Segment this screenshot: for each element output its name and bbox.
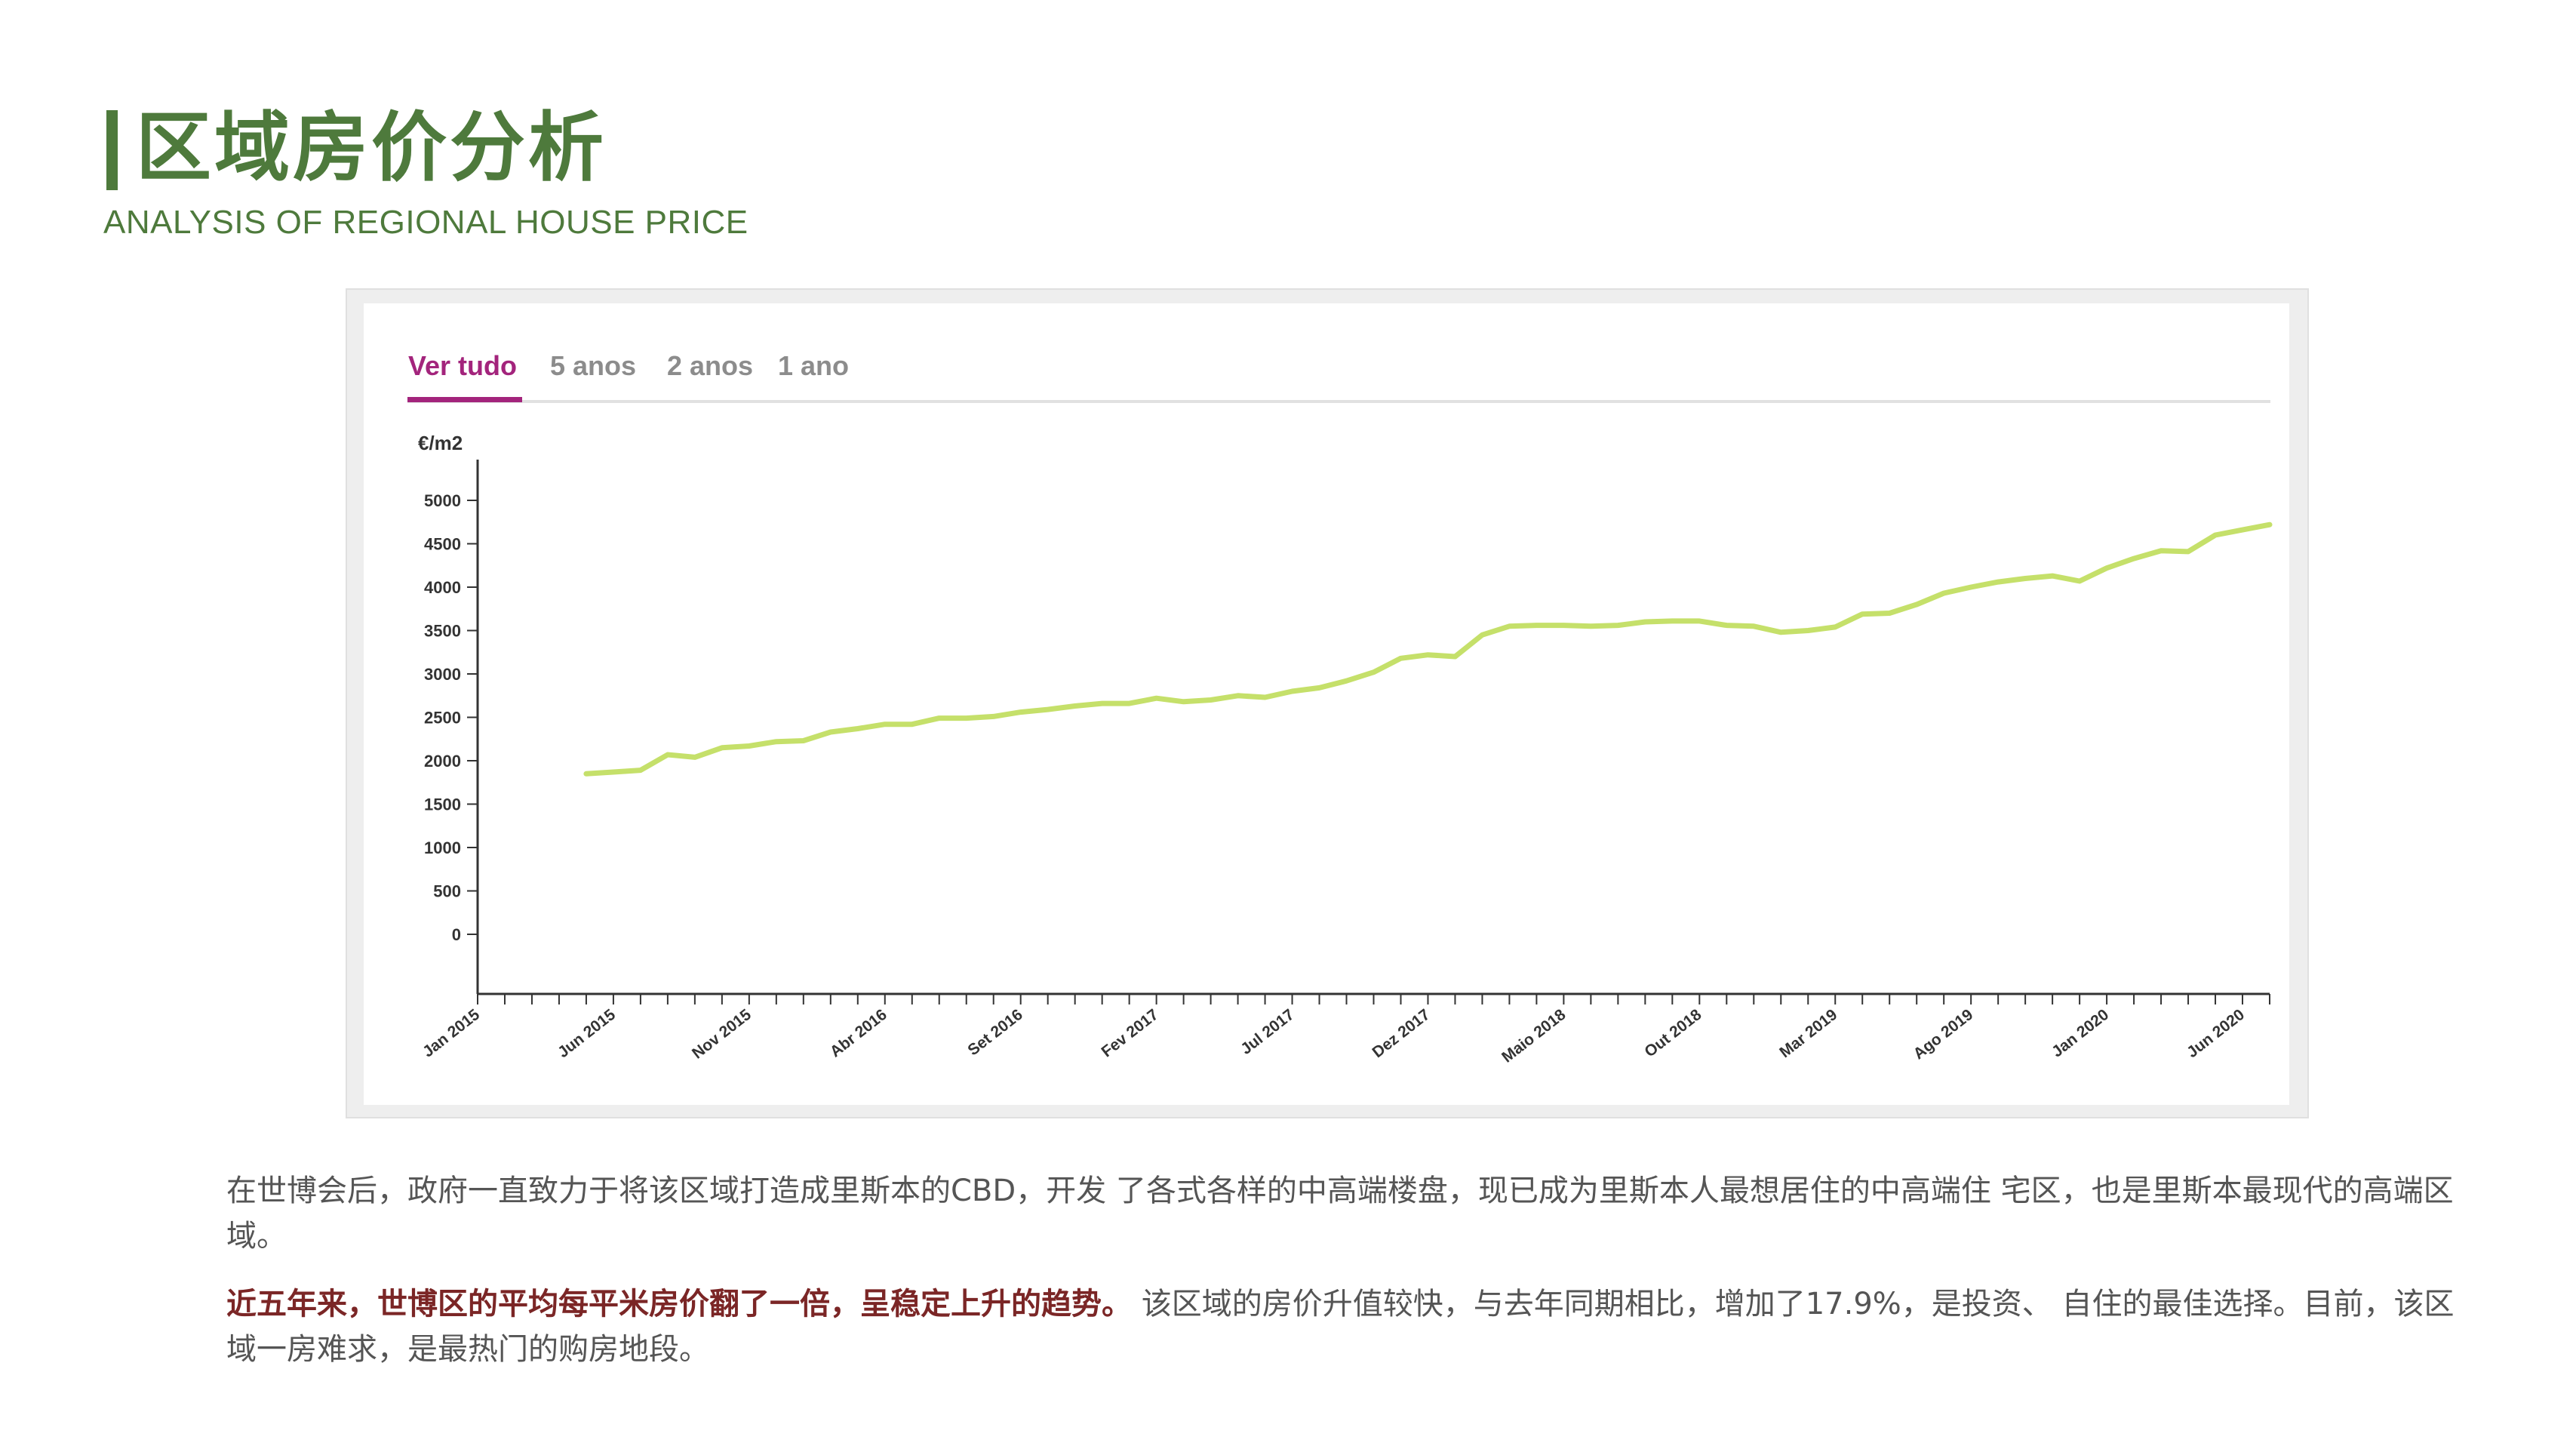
y-tick-label: 1500: [424, 795, 461, 814]
x-tick-label: Out 2018: [1641, 1006, 1705, 1061]
price-series-line: [583, 521, 2273, 777]
y-axis-ticks: 0 500 1000 1500 2000 2500 3000 3500 4000 4500 5000: [424, 491, 478, 944]
x-tick-label: Jun 2020: [2184, 1006, 2248, 1061]
highlight-text: 近五年来，世博区的平均每平米房价翻了一倍，呈稳定上升的趋势。: [226, 1287, 1132, 1321]
chart-axes: €/m2: [418, 432, 2270, 995]
y-tick-label: 3500: [424, 622, 461, 641]
x-tick-label: Mar 2019: [1776, 1006, 1840, 1061]
x-tick-label: Abr 2016: [827, 1006, 890, 1061]
chart-screenshot-frame: Ver tudo 5 anos 2 anos 1 ano €/m2 0 500 10…: [346, 288, 2309, 1118]
x-tick-label: Jun 2015: [555, 1006, 619, 1062]
y-tick-label: 1000: [424, 838, 461, 857]
y-tick-label: 5000: [424, 491, 461, 510]
x-tick-label: Dez 2017: [1369, 1006, 1434, 1061]
page-title: 区域房价分析: [136, 103, 607, 192]
y-tick-label: 0: [452, 925, 461, 944]
description-paragraph-2: 近五年来，世博区的平均每平米房价翻了一倍，呈稳定上升的趋势。 该区域的房价升值较…: [226, 1281, 2475, 1372]
x-tick-label: Set 2016: [964, 1006, 1025, 1060]
y-tick-label: 4500: [424, 535, 461, 554]
x-tick-label: Fev 2017: [1099, 1006, 1162, 1061]
x-tick-label: Jan 2020: [2049, 1006, 2112, 1061]
page-subtitle: ANALYSIS OF REGIONAL HOUSE PRICE: [103, 204, 749, 241]
y-tick-label: 2000: [424, 752, 461, 771]
description-paragraph-1: 在世博会后，政府一直致力于将该区域打造成里斯本的CBD，开发 了各式各样的中高端…: [226, 1174, 2454, 1254]
y-tick-label: 4000: [424, 578, 461, 597]
x-tick-label: Maio 2018: [1499, 1006, 1569, 1066]
y-axis-label: €/m2: [418, 432, 463, 454]
price-line-chart: €/m2 0 500 1000 1500 2000 2500 3000 3500 4000 450…: [418, 432, 2273, 1066]
title-accent-bar: [106, 110, 118, 190]
x-tick-label: Jul 2017: [1237, 1006, 1297, 1058]
chart-panel: Ver tudo 5 anos 2 anos 1 ano €/m2 0 500 10…: [364, 303, 2289, 1105]
chart-series: [583, 521, 2273, 777]
x-tick-label: Ago 2019: [1910, 1006, 1977, 1063]
x-tick-label: Jan 2015: [420, 1006, 483, 1061]
y-tick-label: 3000: [424, 665, 461, 684]
y-tick-label: 2500: [424, 709, 461, 728]
x-tick-label: Nov 2015: [689, 1006, 755, 1063]
x-axis-ticks: Jan 2015 Jun 2015 Nov 2015 Abr 2016 Set 2016…: [420, 994, 2270, 1066]
y-tick-label: 500: [433, 882, 461, 901]
